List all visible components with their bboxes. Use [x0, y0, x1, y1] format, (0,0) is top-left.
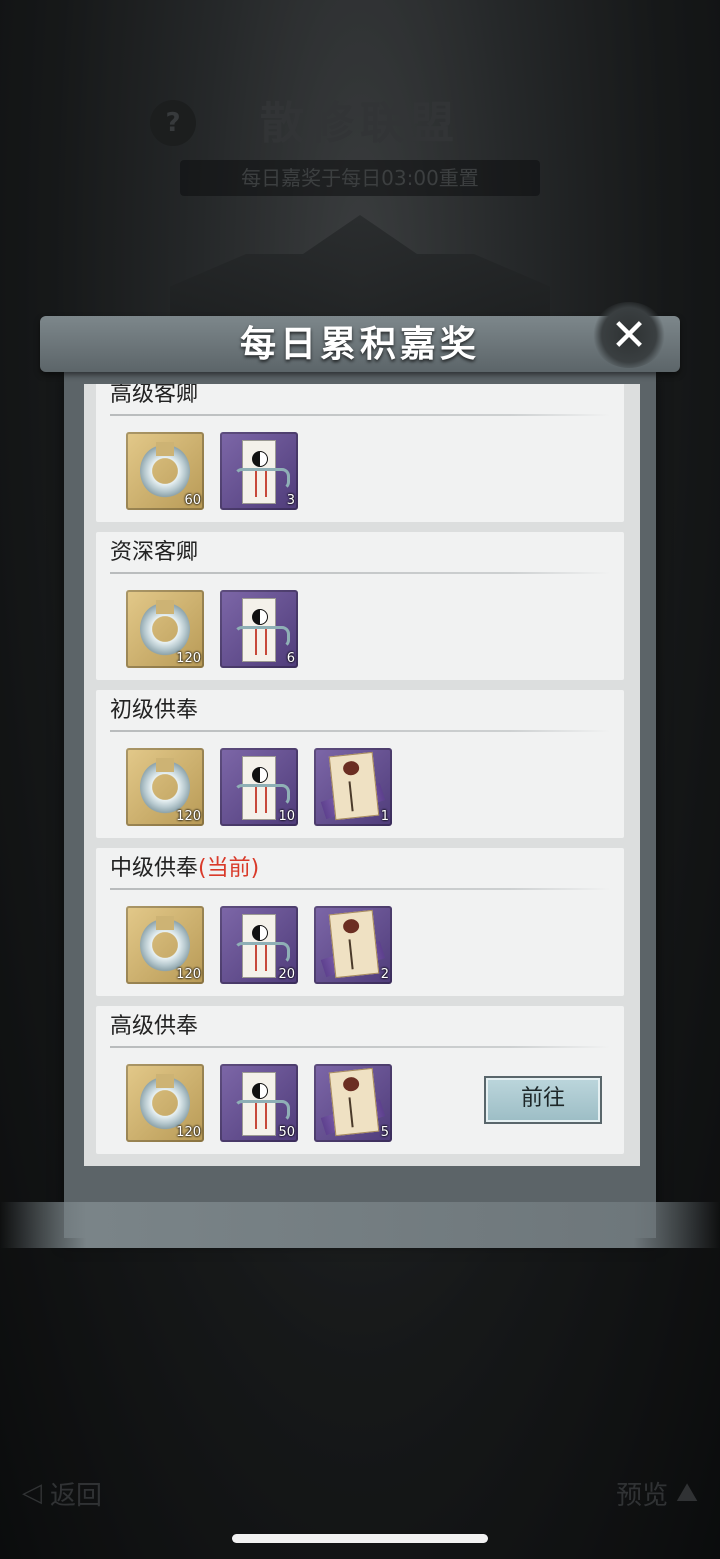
item-quantity: 50 — [278, 1125, 295, 1140]
reward-tier-card: 高级供奉 120 50 5 前往 — [96, 1006, 624, 1154]
reward-item[interactable]: 1 — [314, 748, 392, 826]
tier-divider — [110, 730, 610, 732]
go-button[interactable]: 前往 — [484, 1076, 602, 1124]
item-quantity: 60 — [184, 493, 201, 508]
tier-name: 资深客卿 — [110, 536, 198, 570]
item-quantity: 3 — [286, 493, 295, 508]
reward-item[interactable]: 120 — [126, 748, 204, 826]
reward-item[interactable]: 6 — [220, 590, 298, 668]
reward-item[interactable]: 120 — [126, 906, 204, 984]
item-quantity: 120 — [176, 651, 201, 666]
tier-divider — [110, 1046, 610, 1048]
reward-item[interactable]: 50 — [220, 1064, 298, 1142]
reward-items: 60 3 — [126, 432, 298, 510]
home-indicator — [232, 1534, 488, 1543]
item-quantity: 120 — [176, 1125, 201, 1140]
tier-name-label: 初级供奉 — [110, 698, 199, 723]
tier-name: 中级供奉(当前) — [110, 852, 259, 886]
modal-title: 每日累积嘉奖 — [239, 323, 480, 365]
item-quantity: 120 — [176, 967, 201, 982]
reward-item[interactable]: 2 — [314, 906, 392, 984]
reward-items: 120 20 2 — [126, 906, 392, 984]
item-quantity: 2 — [380, 967, 389, 982]
tier-name-label: 高级供奉 — [110, 1014, 199, 1039]
reward-tier-card: 高级客卿 60 3 — [96, 384, 624, 522]
reward-item[interactable]: 60 — [126, 432, 204, 510]
item-quantity: 10 — [278, 809, 295, 824]
reward-item[interactable]: 10 — [220, 748, 298, 826]
reward-item[interactable]: 120 — [126, 590, 204, 668]
close-icon: ✕ — [610, 309, 648, 361]
reward-item[interactable]: 5 — [314, 1064, 392, 1142]
item-quantity: 20 — [278, 967, 295, 982]
current-tier-tag: (当前) — [198, 856, 260, 881]
close-button[interactable]: ✕ — [592, 302, 666, 368]
item-quantity: 5 — [380, 1125, 389, 1140]
tier-name: 高级客卿 — [110, 384, 198, 412]
reward-list-viewport[interactable]: 高级客卿 60 3 资深客卿 120 6 初级供奉 120 10 1 中级供奉(当前) 120 20 2 高… — [84, 384, 640, 1166]
reward-item[interactable]: 3 — [220, 432, 298, 510]
reward-tier-card: 资深客卿 120 6 — [96, 532, 624, 680]
tier-name-label: 资深客卿 — [110, 540, 199, 565]
tier-divider — [110, 888, 610, 890]
tier-name-label: 高级客卿 — [110, 384, 199, 407]
item-quantity: 6 — [286, 651, 295, 666]
tier-divider — [110, 414, 610, 416]
item-quantity: 120 — [176, 809, 201, 824]
reward-tier-card: 中级供奉(当前) 120 20 2 — [96, 848, 624, 996]
reward-items: 120 6 — [126, 590, 298, 668]
reward-item[interactable]: 20 — [220, 906, 298, 984]
tier-name: 初级供奉 — [110, 694, 198, 728]
reward-items: 120 50 5 — [126, 1064, 392, 1142]
tier-name: 高级供奉 — [110, 1010, 198, 1044]
item-quantity: 1 — [380, 809, 389, 824]
reward-tier-card: 初级供奉 120 10 1 — [96, 690, 624, 838]
tier-name-label: 中级供奉 — [110, 856, 199, 881]
reward-items: 120 10 1 — [126, 748, 392, 826]
reward-item[interactable]: 120 — [126, 1064, 204, 1142]
scroll-rod-bottom — [0, 1202, 720, 1248]
tier-divider — [110, 572, 610, 574]
